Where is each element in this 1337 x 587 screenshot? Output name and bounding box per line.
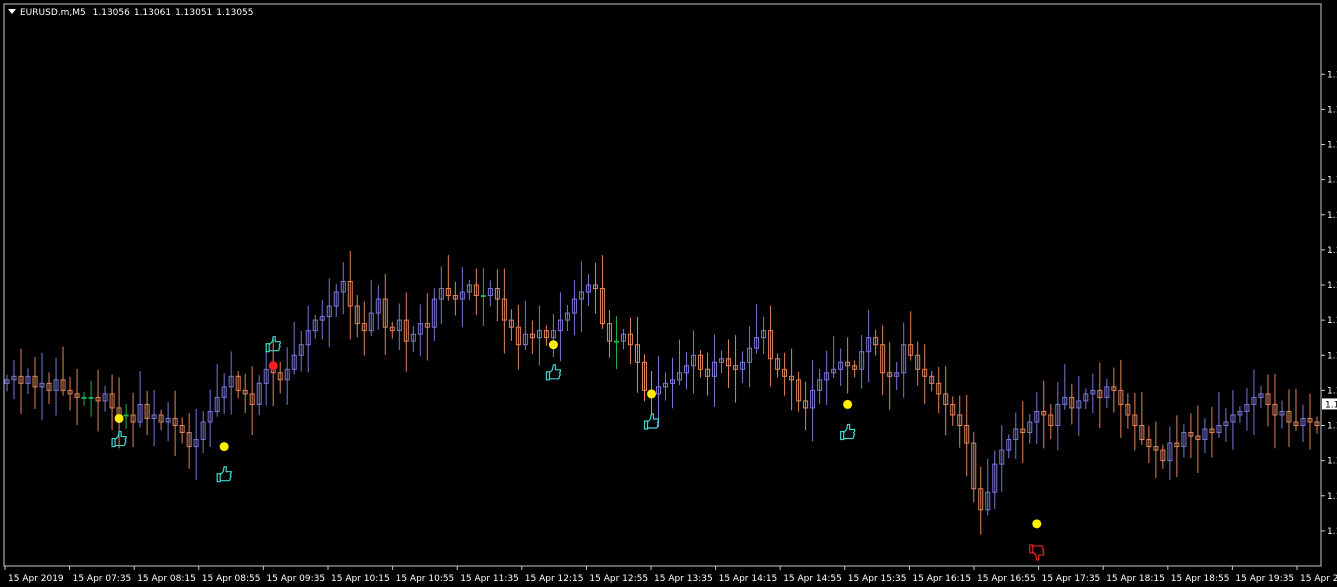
ohlc-open: 1.13056 xyxy=(92,8,130,18)
buy-signal-dot xyxy=(1032,519,1042,529)
time-tick-label: 15 Apr 19:35 xyxy=(1235,574,1294,584)
buy-signal-dot xyxy=(114,413,124,423)
price-tick-label: 1.1 xyxy=(1327,211,1337,221)
time-tick-label: 15 Apr 07:35 xyxy=(73,574,132,584)
time-tick-label: 15 Apr 12:55 xyxy=(589,574,648,584)
time-tick-label: 15 Apr 2019 xyxy=(8,574,64,584)
time-tick-label: 15 Apr 15:35 xyxy=(848,574,907,584)
buy-signal-dot xyxy=(548,340,558,350)
time-tick-label: 15 Apr 11:35 xyxy=(460,574,519,584)
chart-header: EURUSD.m,M5 1.13056 1.13061 1.13051 1.13055 xyxy=(8,7,258,19)
thumbs-up-icon xyxy=(216,466,232,483)
ohlc-high: 1.13061 xyxy=(133,8,172,18)
sell-signal-dot xyxy=(268,361,278,371)
time-tick-label: 15 Apr 09:35 xyxy=(266,574,325,584)
time-tick-label: 15 Apr 16:15 xyxy=(912,574,971,584)
time-tick-label: 15 Apr 12:15 xyxy=(525,574,584,584)
price-tick-label: 1.1 xyxy=(1327,246,1337,256)
price-tick-label: 1.1 xyxy=(1327,105,1337,115)
thumbs-down-icon xyxy=(1029,544,1045,561)
thumbs-up-icon xyxy=(840,423,856,441)
time-tick-label: 15 Apr 14:55 xyxy=(783,574,842,584)
buy-signal-dot xyxy=(843,399,853,409)
symbol-label: EURUSD.m,M5 xyxy=(20,8,86,18)
price-tick-label: 1.1 xyxy=(1327,70,1337,80)
time-tick-label: 15 Apr 20:15 xyxy=(1300,574,1337,584)
candle-body xyxy=(480,295,486,298)
buy-signal-dot xyxy=(646,389,656,399)
time-tick-label: 15 Apr 14:15 xyxy=(719,574,778,584)
thumbs-up-icon xyxy=(545,364,562,381)
price-chart[interactable]: 1.1 1.1 1.1 1.1 1.1 1.1 1.1 1.1 1.1 1.1 1.1 1.1 1.1 1… xyxy=(0,0,1337,587)
price-tick-label: 1.1 xyxy=(1327,141,1337,151)
chart-window[interactable]: 1.1 1.1 1.1 1.1 1.1 1.1 1.1 1.1 1.1 1.1 1.1 1.1 1.1 1… xyxy=(0,0,1337,587)
time-tick-label: 15 Apr 16:55 xyxy=(977,574,1036,584)
time-tick-label: 15 Apr 08:55 xyxy=(202,574,261,584)
time-tick-label: 15 Apr 13:35 xyxy=(654,574,713,584)
price-tick-label: 1.1 xyxy=(1327,422,1337,432)
time-tick-label: 15 Apr 18:55 xyxy=(1171,574,1230,584)
ohlc-low: 1.13051 xyxy=(175,8,213,18)
price-tick-label: 1.1 xyxy=(1327,386,1337,396)
price-tick-label: 1.1 xyxy=(1327,527,1337,537)
ohlc-close: 1.13055 xyxy=(216,8,254,18)
candle-body xyxy=(81,396,87,399)
plot-frame xyxy=(3,3,1322,567)
price-tick-label: 1.1 xyxy=(1327,492,1337,502)
time-tick-label: 15 Apr 10:15 xyxy=(331,574,390,584)
price-tick-label: 1.1 xyxy=(1327,176,1337,186)
candle-body xyxy=(613,340,619,343)
time-tick-label: 15 Apr 18:15 xyxy=(1106,574,1165,584)
price-tick-label: 1.1 xyxy=(1327,316,1337,326)
header-dropdown-icon[interactable] xyxy=(8,9,16,14)
time-tick-label: 15 Apr 08:15 xyxy=(137,574,196,584)
candle-body xyxy=(88,396,94,399)
time-tick-label: 15 Apr 10:55 xyxy=(396,574,455,584)
current-price-label: 1.1 xyxy=(1325,400,1337,410)
time-tick-label: 15 Apr 17:35 xyxy=(1042,574,1101,584)
price-tick-label: 1.1 xyxy=(1327,457,1337,467)
buy-signal-dot xyxy=(219,442,229,452)
candle-body xyxy=(123,414,129,417)
price-tick-label: 1.1 xyxy=(1327,351,1337,361)
price-tick-label: 1.1 xyxy=(1327,281,1337,291)
thumbs-up-icon xyxy=(643,413,660,430)
